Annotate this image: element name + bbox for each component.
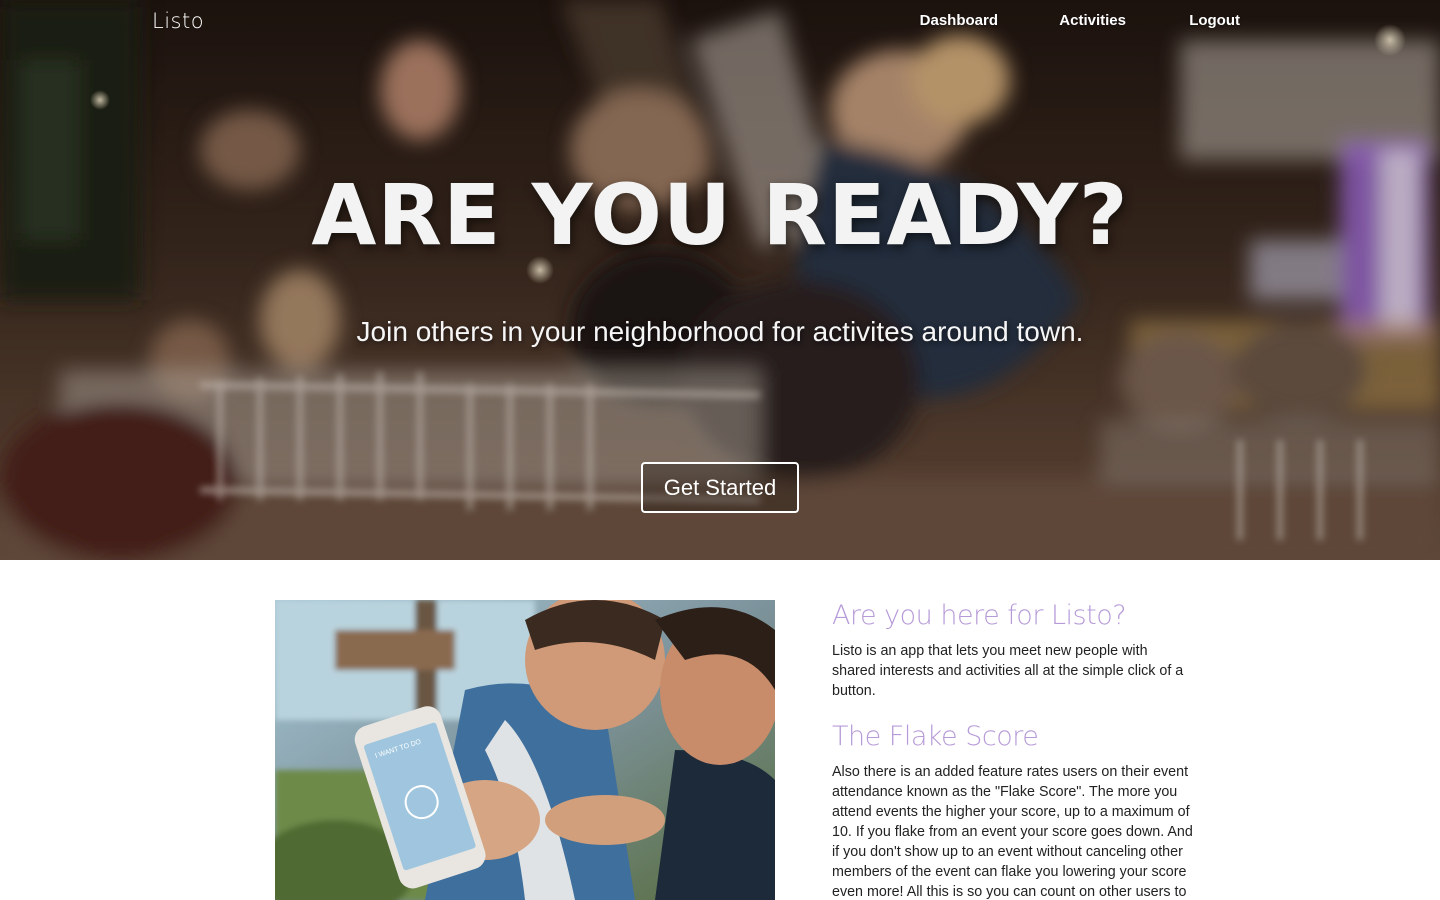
hero-title: ARE YOU READY? (311, 166, 1129, 264)
logo-text: Listo (152, 9, 205, 33)
hero-subtitle: Join others in your neighborhood for act… (356, 316, 1084, 347)
nav-link-dashboard[interactable]: Dashboard (920, 10, 998, 32)
hero-section: Listo Dashboard Activities Logout ARE YO… (0, 0, 1440, 560)
section-body-flake-score: Also there is an added feature rates use… (832, 764, 1193, 900)
section-heading-about: Are you here for Listo? (832, 600, 1127, 631)
top-nav: Dashboard Activities Logout (920, 10, 1240, 32)
section-heading-flake-score: The Flake Score (832, 721, 1039, 752)
nav-link-logout[interactable]: Logout (1189, 10, 1240, 32)
listo-logo[interactable]: Listo (152, 6, 204, 36)
about-text-column: Are you here for Listo? Listo is an app … (832, 598, 1194, 900)
friends-using-app-photo: I WANT TO DO (275, 600, 775, 900)
nav-link-activities[interactable]: Activities (1059, 10, 1126, 32)
get-started-button[interactable]: Get Started (641, 462, 799, 513)
section-body-about: Listo is an app that lets you meet new p… (832, 643, 1184, 699)
